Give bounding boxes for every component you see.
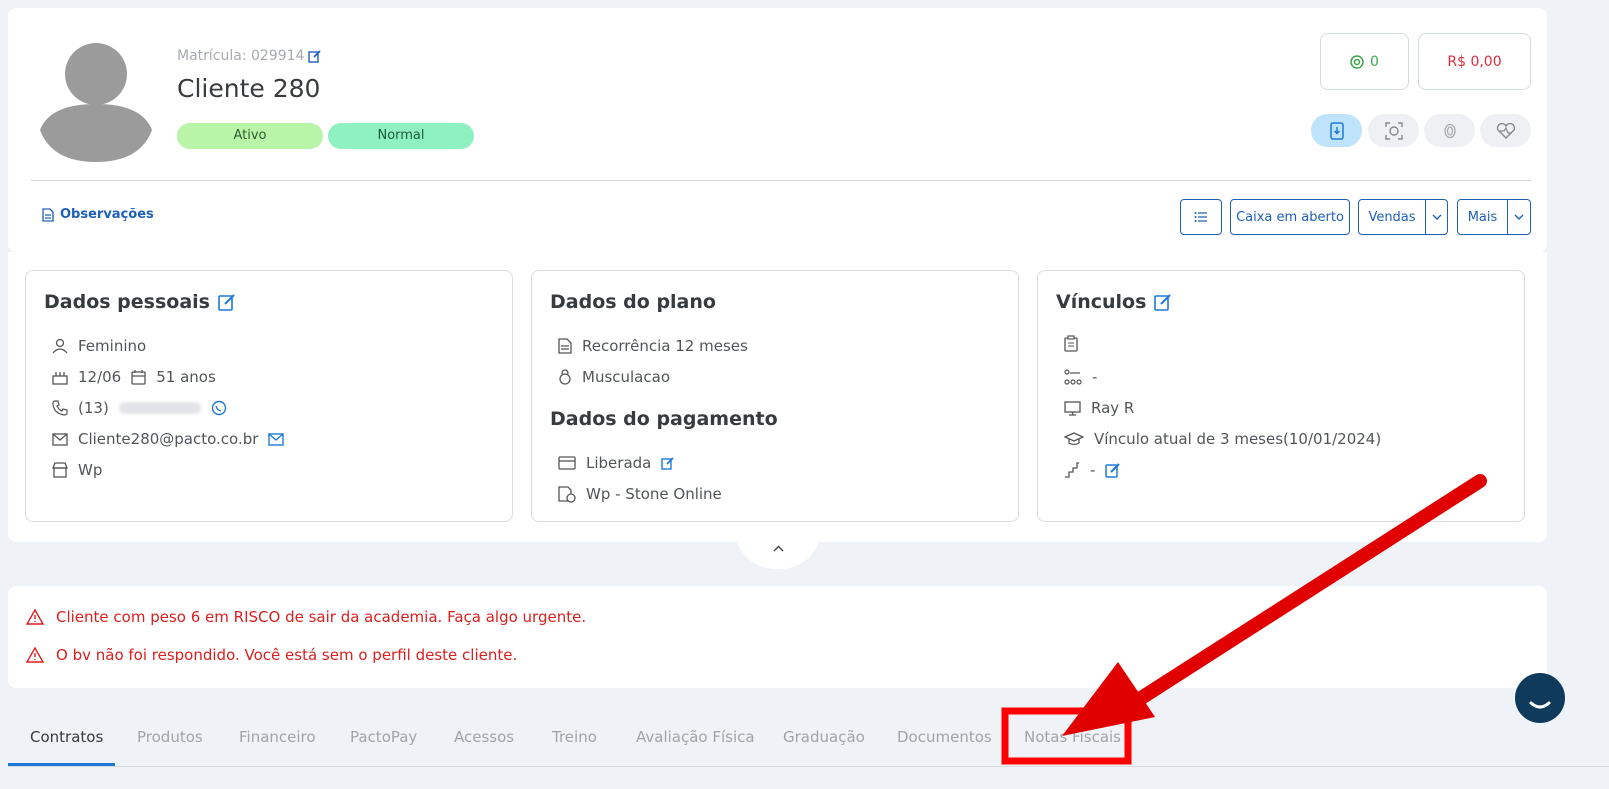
annotation-overlay	[1001, 474, 1487, 765]
annotation-arrow-head	[1062, 662, 1155, 736]
annotation-arrow-line	[1128, 474, 1487, 709]
